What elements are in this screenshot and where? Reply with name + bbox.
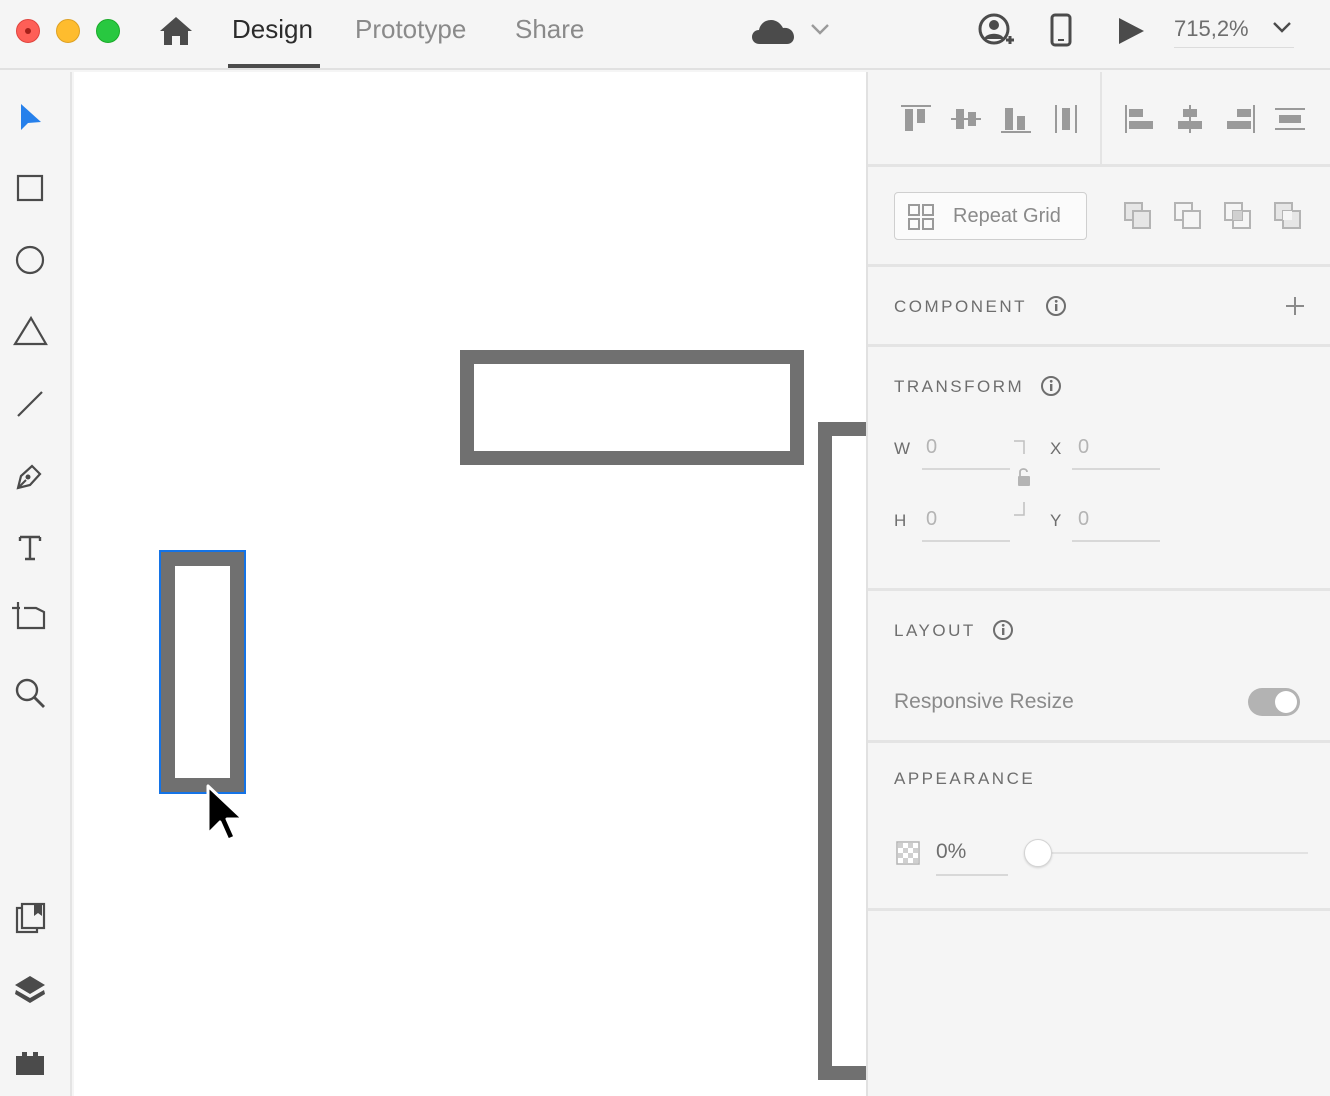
section-divider <box>868 344 1330 347</box>
assets-icon[interactable] <box>10 898 50 938</box>
zoom-underline <box>1174 47 1294 48</box>
align-left-icon[interactable] <box>1122 102 1158 136</box>
component-section-title: COMPONENT <box>894 297 1027 316</box>
width-label: W <box>894 439 911 458</box>
info-icon[interactable] <box>1045 295 1067 317</box>
zoom-level[interactable]: 715,2% <box>1174 16 1249 42</box>
opacity-checker-icon <box>896 841 920 865</box>
width-underline <box>922 468 1010 470</box>
active-tab-indicator <box>228 64 320 68</box>
distribute-vertical-icon[interactable] <box>1048 102 1084 136</box>
section-divider <box>868 164 1330 167</box>
artboard-tool-icon[interactable] <box>10 600 50 640</box>
toggle-knob <box>1275 691 1297 713</box>
selected-rectangle-shape[interactable] <box>161 552 244 792</box>
rectangle-shape[interactable] <box>460 350 804 465</box>
subtract-boolean-icon[interactable] <box>1172 200 1204 232</box>
width-input[interactable]: 0 <box>926 436 937 459</box>
lock-aspect-icon[interactable] <box>1012 438 1036 518</box>
align-divider <box>1100 72 1102 164</box>
polygon-tool-icon[interactable] <box>10 312 50 352</box>
responsive-resize-label: Responsive Resize <box>894 690 1074 713</box>
exclude-boolean-icon[interactable] <box>1272 200 1304 232</box>
minimize-window-button[interactable] <box>56 19 80 43</box>
line-tool-icon[interactable] <box>10 384 50 424</box>
transform-section-title: TRANSFORM <box>894 377 1025 396</box>
info-icon[interactable] <box>992 619 1014 641</box>
align-middle-icon[interactable] <box>948 102 984 136</box>
rectangle-tool-icon[interactable] <box>10 168 50 208</box>
tools-toolbar <box>0 72 72 1096</box>
add-boolean-icon[interactable] <box>1122 200 1154 232</box>
pen-tool-icon[interactable] <box>10 456 50 496</box>
device-preview-icon[interactable] <box>1050 13 1072 47</box>
x-underline <box>1072 468 1160 470</box>
align-top-icon[interactable] <box>898 102 934 136</box>
align-bottom-icon[interactable] <box>998 102 1034 136</box>
x-label: X <box>1050 439 1062 458</box>
align-center-icon[interactable] <box>1172 102 1208 136</box>
layout-section-title: LAYOUT <box>894 621 976 640</box>
height-underline <box>922 540 1010 542</box>
maximize-window-button[interactable] <box>96 19 120 43</box>
plugins-icon[interactable] <box>10 1042 50 1082</box>
height-input[interactable]: 0 <box>926 508 937 531</box>
text-tool-icon[interactable] <box>10 528 50 568</box>
play-icon[interactable] <box>1116 16 1146 46</box>
title-bar: Design Prototype Share 715,2% <box>0 0 1330 70</box>
align-right-icon[interactable] <box>1222 102 1258 136</box>
chevron-down-icon[interactable] <box>810 22 830 36</box>
home-icon[interactable] <box>158 13 194 49</box>
property-inspector: Repeat Grid COMPONENT TRANSFORM W 0 H 0 … <box>866 72 1330 1096</box>
distribute-horizontal-icon[interactable] <box>1272 102 1308 136</box>
design-canvas[interactable] <box>74 72 866 1096</box>
opacity-input[interactable]: 0% <box>936 840 966 864</box>
layers-icon[interactable] <box>10 970 50 1010</box>
zoom-tool-icon[interactable] <box>10 672 50 712</box>
repeat-grid-button[interactable]: Repeat Grid <box>894 192 1087 240</box>
section-divider <box>868 740 1330 743</box>
y-input[interactable]: 0 <box>1078 508 1089 531</box>
chevron-down-icon[interactable] <box>1272 20 1292 34</box>
info-icon[interactable] <box>1040 375 1062 397</box>
intersect-boolean-icon[interactable] <box>1222 200 1254 232</box>
opacity-slider-track[interactable] <box>1026 852 1308 854</box>
tab-share[interactable]: Share <box>515 14 584 68</box>
y-label: Y <box>1050 511 1062 530</box>
rectangle-shape[interactable] <box>818 422 866 1080</box>
cloud-icon[interactable] <box>750 14 796 48</box>
y-underline <box>1072 540 1160 542</box>
opacity-underline <box>936 874 1008 876</box>
section-divider <box>868 588 1330 591</box>
responsive-resize-toggle[interactable] <box>1248 688 1300 716</box>
tab-design[interactable]: Design <box>232 14 313 68</box>
add-component-icon[interactable] <box>1284 295 1306 317</box>
appearance-section-title: APPEARANCE <box>894 769 1036 788</box>
height-label: H <box>894 511 907 530</box>
share-user-icon[interactable] <box>976 12 1016 50</box>
tab-prototype[interactable]: Prototype <box>355 14 466 68</box>
x-input[interactable]: 0 <box>1078 436 1089 459</box>
opacity-slider-handle[interactable] <box>1024 839 1052 867</box>
ellipse-tool-icon[interactable] <box>10 240 50 280</box>
section-divider <box>868 264 1330 267</box>
repeat-grid-icon <box>908 204 934 230</box>
selection-outline <box>159 550 246 794</box>
select-tool-icon[interactable] <box>10 98 50 138</box>
section-divider <box>868 908 1330 911</box>
close-window-button[interactable] <box>16 19 40 43</box>
mouse-cursor-icon <box>206 784 245 842</box>
repeat-grid-label: Repeat Grid <box>953 205 1061 227</box>
